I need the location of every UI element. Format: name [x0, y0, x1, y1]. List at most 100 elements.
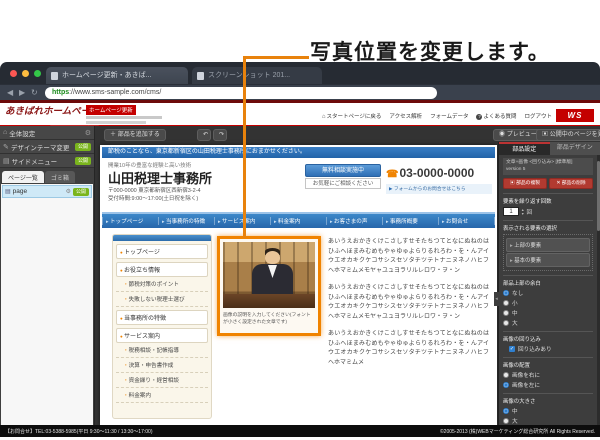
- radio-option[interactable]: 画像を左に: [503, 381, 593, 389]
- tab-label: ホームページ更新・あきば...: [62, 72, 151, 79]
- add-part-button[interactable]: ＋ 部品を追加する: [104, 129, 166, 141]
- menu-subitem[interactable]: 資金繰り・経営相談: [116, 373, 208, 388]
- paragraph: あいうえおかきくけこさしすせそたちつてとなにぬねのはひふへほまみむめもやゃゆゅよ…: [328, 284, 489, 322]
- menu-subitem[interactable]: 失敗しない税理士選び: [116, 292, 208, 307]
- sidebar-item-side-menu[interactable]: ▤ サイドメニュー 公開: [0, 154, 94, 168]
- question-icon: ?: [476, 114, 482, 120]
- basic-elements-button[interactable]: 基本の要素: [506, 253, 590, 267]
- contact-form-link[interactable]: ▶ フォームからのお問合せはこちら: [386, 184, 492, 194]
- nav-item[interactable]: お客さまの声: [326, 217, 382, 225]
- copy-icon: ▣: [510, 181, 515, 186]
- radio-option[interactable]: 大: [503, 417, 593, 425]
- radio-option[interactable]: 画像を右に: [503, 371, 593, 379]
- tab-favicon-icon: [197, 72, 204, 80]
- editor-workspace: ⌂ 全体設定 ⚙ ✎ デザインテーマ変更 公開 ▤ サイドメニュー 公開 ページ…: [0, 126, 600, 425]
- radio-option[interactable]: 中: [503, 407, 593, 415]
- radio-icon[interactable]: [503, 320, 509, 326]
- body-text: あいうえおかきくけこさしすせそたちつてとなにぬねのはひふへほまみむめもやゃゆゅよ…: [328, 238, 489, 376]
- nav-item[interactable]: 料金案内: [270, 217, 326, 225]
- sidebar-item-label: 全体設定: [9, 128, 35, 138]
- nav-item[interactable]: サービス案内: [214, 217, 270, 225]
- close-window-icon[interactable]: [10, 70, 17, 77]
- element-select-label: 表示される要素の選択: [503, 224, 593, 232]
- sidebar-item-global-settings[interactable]: ⌂ 全体設定 ⚙: [0, 126, 94, 140]
- page-update-tag: ホームページ更新: [86, 105, 136, 115]
- link-form-data[interactable]: フォームデータ: [430, 112, 468, 120]
- checkbox-checked-icon[interactable]: ✓: [509, 346, 515, 352]
- radio-selected-icon[interactable]: [503, 408, 509, 414]
- site-side-menu: トップページ お役立ち情報 節税対策のポイント 失敗しない税理士選び 当事務所の…: [112, 234, 212, 419]
- url-input[interactable]: https://www.sms-sample.com/cms/: [45, 87, 437, 99]
- tab-page-list[interactable]: ページ一覧: [2, 171, 44, 183]
- step-down-icon[interactable]: ▼: [521, 212, 524, 216]
- link-access-analytics[interactable]: アクセス解析: [389, 112, 422, 120]
- zoom-window-icon[interactable]: [34, 70, 41, 77]
- browser-tab-active[interactable]: ホームページ更新・あきば...: [46, 67, 188, 84]
- gear-icon[interactable]: ⚙: [85, 129, 91, 137]
- link-faq[interactable]: ?よくある質問: [476, 112, 516, 120]
- link-logout[interactable]: ログアウト: [524, 112, 552, 120]
- menu-item[interactable]: トップページ: [116, 244, 208, 259]
- menu-subitem[interactable]: 節税対策のポイント: [116, 277, 208, 292]
- radio-option[interactable]: 小: [503, 299, 593, 307]
- wrap-checkbox-option[interactable]: ✓回り込みあり: [509, 345, 593, 353]
- radio-selected-icon[interactable]: [503, 290, 509, 296]
- nav-item[interactable]: お問合せ: [438, 217, 495, 225]
- gear-icon[interactable]: ⚙: [66, 188, 71, 195]
- publish-badge: 公開: [73, 188, 89, 196]
- element-select-section: 表示される要素の選択 上部の要素 基本の要素: [503, 220, 593, 271]
- selected-photo-block[interactable]: 画像の説明を入力してください(フォントが小さく設定された文章です): [217, 236, 321, 336]
- desk: [223, 294, 315, 308]
- stepper[interactable]: ▲▼: [521, 208, 524, 216]
- page-list-item-selected[interactable]: ▤ page ⚙ 公開: [2, 185, 92, 198]
- upper-elements-button[interactable]: 上部の要素: [506, 238, 590, 252]
- nav-item[interactable]: 事務所概要: [382, 217, 438, 225]
- minimize-window-icon[interactable]: [22, 70, 29, 77]
- undo-button[interactable]: ↶: [197, 129, 211, 141]
- sidebar-item-design-theme[interactable]: ✎ デザインテーマ変更 公開: [0, 140, 94, 154]
- nav-item[interactable]: トップページ: [102, 217, 158, 225]
- radio-selected-icon[interactable]: [503, 382, 509, 388]
- menu-item[interactable]: サービス案内: [116, 328, 208, 343]
- link-start-page[interactable]: ⌂スタートページに戻る: [322, 112, 382, 120]
- radio-icon[interactable]: [503, 418, 509, 424]
- tab-part-settings[interactable]: 部品設定: [499, 142, 550, 155]
- radio-icon[interactable]: [503, 310, 509, 316]
- back-icon[interactable]: ◀: [7, 88, 13, 97]
- menu-item[interactable]: お役立ち情報: [116, 262, 208, 277]
- nav-item[interactable]: 当事務所の特徴: [158, 217, 214, 225]
- free-consult-button[interactable]: 無料相談実施中: [305, 164, 381, 177]
- radio-icon[interactable]: [503, 372, 509, 378]
- menu-subitem[interactable]: 税務相談・記帳指導: [116, 343, 208, 358]
- site-header: 開業10年の豊富な経験と高い技術 山田税理士事務所 〒000-0000 東京都新…: [100, 158, 497, 210]
- office-photo: [223, 242, 315, 308]
- view-live-page-button[interactable]: ▣ 公開中のページを見る: [536, 129, 600, 141]
- redo-button[interactable]: ↷: [213, 129, 227, 141]
- sidebar-item-label: デザインテーマ変更: [11, 142, 70, 152]
- site-hours: 受付時間:9:00〜17:00(土日祝を除く): [108, 194, 198, 202]
- radio-option[interactable]: 大: [503, 319, 593, 327]
- site-notice-bar: 節税のことなら、東京都新宿区の山田税理士事務所におまかせください。: [102, 147, 495, 158]
- menu-item[interactable]: 当事務所の特徴: [116, 310, 208, 325]
- monitor-icon: ▣: [542, 132, 548, 138]
- footer-bar: 【お問合せ】TEL:03-5388-5985(平日 9:30〜11:30 / 1…: [0, 425, 600, 437]
- tab-part-design[interactable]: 部品デザイン: [550, 142, 600, 155]
- paragraph: あいうえおかきくけこさしすせそたちつてとなにぬねのはひふへほまみむめもやゃゆゅよ…: [328, 330, 489, 368]
- radio-option[interactable]: 中: [503, 309, 593, 317]
- duplicate-part-button[interactable]: ▣ 部品の複製: [503, 178, 547, 189]
- image-size-section: 画像の大きさ 中 大 小 最小: [503, 393, 593, 425]
- publish-badge: 公開: [75, 143, 91, 151]
- tab-trash[interactable]: ゴミ箱: [45, 171, 75, 183]
- paragraph: あいうえおかきくけこさしすせそたちつてとなにぬねのはひふへほまみむめもやゃゆゅよ…: [328, 238, 489, 276]
- forward-icon[interactable]: ▶: [19, 88, 25, 97]
- browser-tab-inactive[interactable]: スクリーンショット 201...: [192, 67, 322, 84]
- delete-part-button[interactable]: ✕ 部品の削除: [549, 178, 593, 189]
- sidebar-tabs: ページ一覧 ゴミ箱: [0, 171, 94, 183]
- menu-subitem[interactable]: 料金案内: [116, 388, 208, 403]
- menu-subitem[interactable]: 決算・申告書作成: [116, 358, 208, 373]
- radio-icon[interactable]: [503, 300, 509, 306]
- reload-icon[interactable]: ↻: [31, 88, 38, 97]
- radio-option[interactable]: なし: [503, 289, 593, 297]
- plus-icon: ＋: [110, 132, 116, 138]
- repeat-count-input[interactable]: 1: [503, 207, 519, 216]
